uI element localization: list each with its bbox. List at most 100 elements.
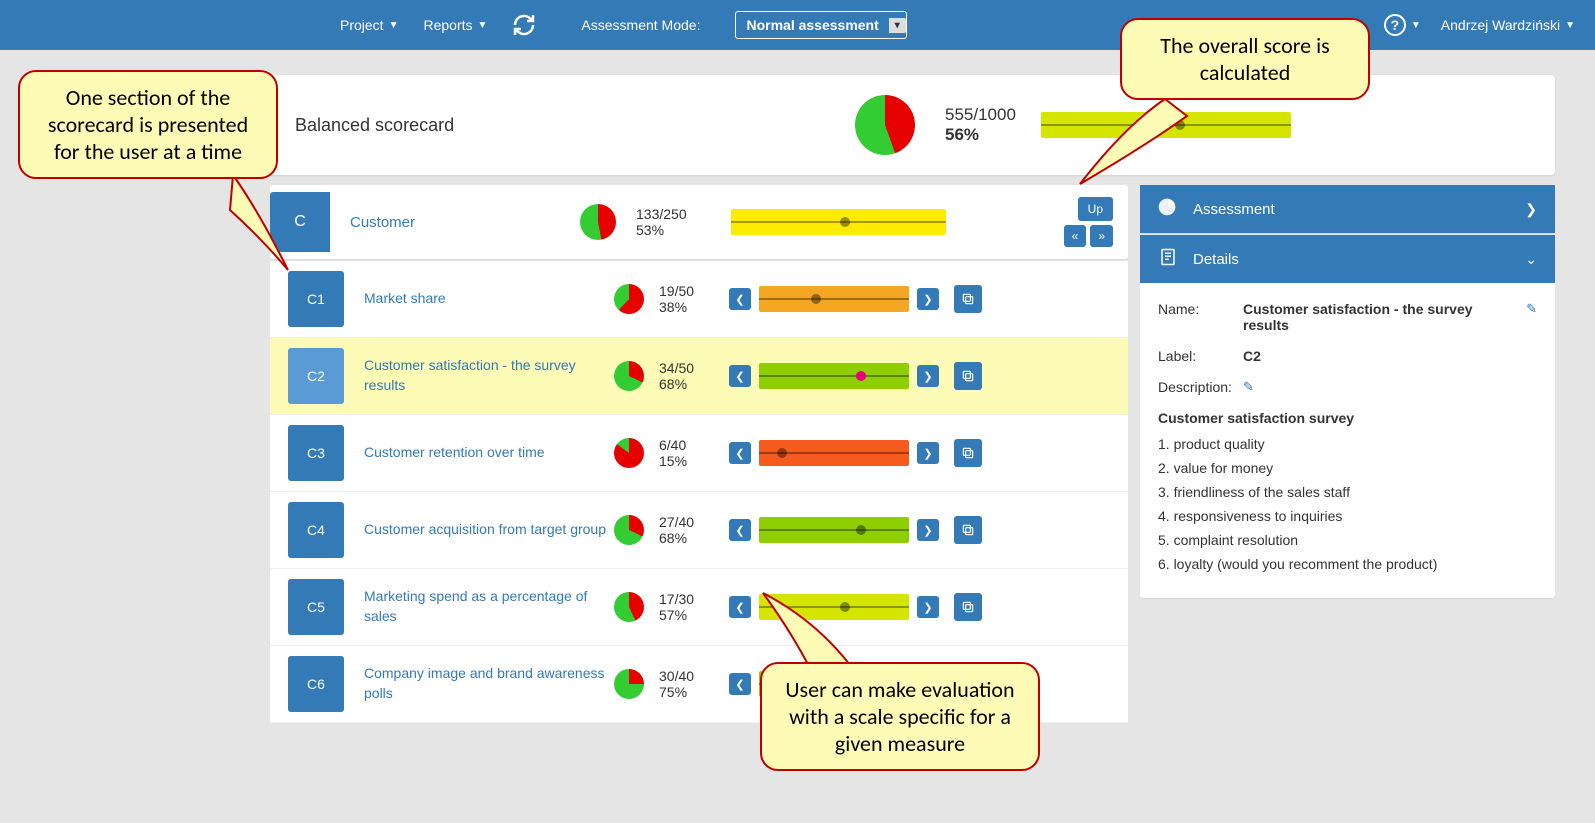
details-panel-header[interactable]: Details ⌄ bbox=[1140, 235, 1555, 283]
copy-button[interactable] bbox=[954, 285, 982, 313]
slider-decrease-button[interactable]: ❮ bbox=[729, 596, 751, 618]
section-slider[interactable] bbox=[731, 209, 946, 235]
measure-slider[interactable] bbox=[759, 517, 909, 543]
description-list-item: 2. value for money bbox=[1158, 460, 1537, 476]
help-icon: ? bbox=[1384, 14, 1406, 36]
measure-name-link[interactable]: Customer satisfaction - the survey resul… bbox=[364, 356, 614, 395]
copy-button[interactable] bbox=[954, 362, 982, 390]
measure-score-percent: 68% bbox=[659, 530, 714, 546]
dropdown-icon: ▾ bbox=[889, 18, 906, 33]
callout-left: One section of the scorecard is presente… bbox=[18, 70, 278, 179]
assessment-mode-value: Normal assessment bbox=[746, 17, 878, 33]
copy-button[interactable] bbox=[954, 516, 982, 544]
copy-button[interactable] bbox=[954, 593, 982, 621]
chevron-right-icon: ❯ bbox=[1525, 201, 1537, 218]
edit-description-button[interactable]: ✎ bbox=[1243, 379, 1254, 395]
menu-project[interactable]: Project ▼ bbox=[340, 17, 398, 33]
slider-decrease-button[interactable]: ❮ bbox=[729, 365, 751, 387]
measure-score-percent: 38% bbox=[659, 299, 714, 315]
name-field-label: Name: bbox=[1158, 301, 1243, 317]
prev-button[interactable]: « bbox=[1064, 225, 1087, 247]
measure-score-fraction: 17/30 bbox=[659, 591, 714, 607]
measure-code-badge: C5 bbox=[288, 579, 344, 635]
user-menu[interactable]: Andrzej Wardziński ▼ bbox=[1441, 17, 1575, 33]
refresh-button[interactable] bbox=[512, 13, 536, 37]
description-list-item: 1. product quality bbox=[1158, 436, 1537, 452]
caret-down-icon: ▼ bbox=[389, 20, 399, 31]
assessment-panel: Assessment ❯ bbox=[1140, 185, 1555, 233]
measure-pie-icon bbox=[614, 438, 644, 468]
measure-score-fraction: 6/40 bbox=[659, 437, 714, 453]
measure-slider[interactable] bbox=[759, 286, 909, 312]
assessment-panel-title: Assessment bbox=[1193, 201, 1275, 218]
measure-slider[interactable] bbox=[759, 363, 909, 389]
measure-score-fraction: 34/50 bbox=[659, 360, 714, 376]
name-field-value: Customer satisfaction - the survey resul… bbox=[1243, 301, 1516, 333]
measure-score-fraction: 19/50 bbox=[659, 283, 714, 299]
measure-name-link[interactable]: Market share bbox=[364, 289, 614, 309]
measure-slider[interactable] bbox=[759, 440, 909, 466]
measure-code-badge: C4 bbox=[288, 502, 344, 558]
measure-score-fraction: 27/40 bbox=[659, 514, 714, 530]
slider-decrease-button[interactable]: ❮ bbox=[729, 673, 751, 695]
measure-row: C1 Market share 19/50 38% ❮ ❯ bbox=[270, 261, 1128, 338]
slider-increase-button[interactable]: ❯ bbox=[917, 519, 939, 541]
edit-name-button[interactable]: ✎ bbox=[1526, 301, 1537, 317]
assessment-panel-header[interactable]: Assessment ❯ bbox=[1140, 185, 1555, 233]
description-list-item: 4. responsiveness to inquiries bbox=[1158, 508, 1537, 524]
label-field-label: Label: bbox=[1158, 348, 1243, 364]
slider-increase-button[interactable]: ❯ bbox=[917, 288, 939, 310]
callout-top-pointer bbox=[1075, 96, 1195, 191]
description-list-item: 6. loyalty (would you recomment the prod… bbox=[1158, 556, 1537, 572]
measure-score-percent: 15% bbox=[659, 453, 714, 469]
measure-row: C5 Marketing spend as a percentage of sa… bbox=[270, 569, 1128, 646]
assessment-mode-select[interactable]: Normal assessment ▾ bbox=[735, 11, 906, 39]
slider-decrease-button[interactable]: ❮ bbox=[729, 519, 751, 541]
menu-reports[interactable]: Reports ▼ bbox=[423, 17, 487, 33]
refresh-icon bbox=[512, 13, 536, 37]
document-icon bbox=[1158, 247, 1178, 271]
overall-pie-icon bbox=[855, 95, 915, 155]
callout-top: The overall score is calculated bbox=[1120, 18, 1370, 100]
measure-name-link[interactable]: Company image and brand awareness polls bbox=[364, 664, 614, 703]
measure-score-percent: 75% bbox=[659, 684, 714, 700]
details-panel-title: Details bbox=[1193, 251, 1239, 268]
section-name-link[interactable]: Customer bbox=[350, 214, 580, 231]
measure-name-link[interactable]: Customer acquisition from target group bbox=[364, 520, 614, 540]
section-pie-icon bbox=[580, 204, 616, 240]
slider-decrease-button[interactable]: ❮ bbox=[729, 288, 751, 310]
scorecard-title: Balanced scorecard bbox=[295, 115, 855, 136]
section-score-fraction: 133/250 bbox=[636, 206, 706, 222]
section-row: C Customer 133/250 53% Up « » bbox=[270, 185, 1128, 259]
help-menu[interactable]: ? ▼ bbox=[1384, 14, 1421, 36]
details-panel: Details ⌄ Name: Customer satisfaction - … bbox=[1140, 235, 1555, 598]
measure-score-fraction: 30/40 bbox=[659, 668, 714, 684]
callout-left-pointer bbox=[228, 170, 308, 290]
slider-increase-button[interactable]: ❯ bbox=[917, 365, 939, 387]
measure-code-badge: C6 bbox=[288, 656, 344, 712]
caret-down-icon: ▼ bbox=[1565, 20, 1575, 31]
slider-decrease-button[interactable]: ❮ bbox=[729, 442, 751, 464]
label-field-value: C2 bbox=[1243, 348, 1537, 364]
up-button[interactable]: Up bbox=[1078, 197, 1113, 221]
next-button[interactable]: » bbox=[1090, 225, 1113, 247]
slider-increase-button[interactable]: ❯ bbox=[917, 442, 939, 464]
measure-row: C4 Customer acquisition from target grou… bbox=[270, 492, 1128, 569]
description-title: Customer satisfaction survey bbox=[1158, 410, 1537, 426]
copy-button[interactable] bbox=[954, 439, 982, 467]
measure-row: C3 Customer retention over time 6/40 15%… bbox=[270, 415, 1128, 492]
user-name: Andrzej Wardziński bbox=[1441, 17, 1560, 33]
measure-score-percent: 57% bbox=[659, 607, 714, 623]
caret-down-icon: ▼ bbox=[478, 20, 488, 31]
description-field-label: Description: bbox=[1158, 379, 1243, 395]
measure-name-link[interactable]: Customer retention over time bbox=[364, 443, 614, 463]
slider-increase-button[interactable]: ❯ bbox=[917, 596, 939, 618]
callout-bottom: User can make evaluation with a scale sp… bbox=[760, 662, 1040, 771]
description-list-item: 3. friendliness of the sales staff bbox=[1158, 484, 1537, 500]
measure-row: C2 Customer satisfaction - the survey re… bbox=[270, 338, 1128, 415]
measure-code-badge: C2 bbox=[288, 348, 344, 404]
measure-name-link[interactable]: Marketing spend as a percentage of sales bbox=[364, 587, 614, 626]
overall-score-fraction: 555/1000 bbox=[945, 105, 1016, 125]
description-list: 1. product quality 2. value for money 3. f… bbox=[1158, 436, 1537, 572]
menu-project-label: Project bbox=[340, 17, 384, 33]
